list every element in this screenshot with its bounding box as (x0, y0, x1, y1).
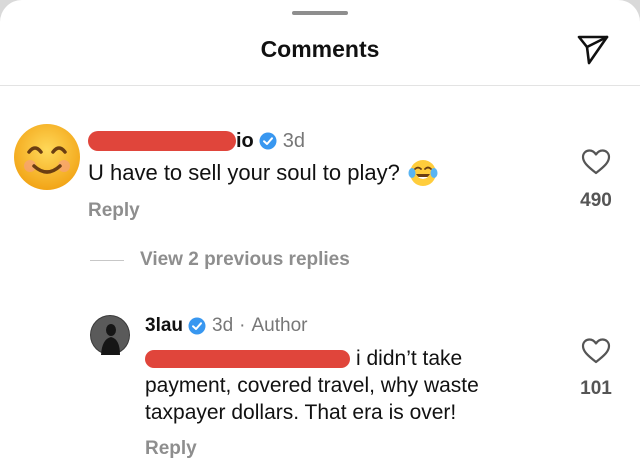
reply-username[interactable]: 3lau (145, 315, 183, 337)
redacted-mention (145, 349, 350, 368)
comment-body: U have to sell your soul to play? (88, 158, 438, 188)
heart-icon[interactable] (581, 337, 611, 365)
view-previous-replies-button[interactable]: View 2 previous replies (140, 249, 350, 271)
comment-username[interactable]: io (236, 130, 254, 153)
reply-like-count: 101 (580, 378, 612, 399)
comment-like-count: 490 (580, 190, 612, 211)
comment-reply-button[interactable]: Reply (88, 200, 140, 222)
face-with-tears-of-joy-icon (408, 160, 438, 186)
page-title: Comments (260, 36, 380, 62)
reply-header: 3lau 3d · Author (145, 315, 307, 337)
header-divider (0, 85, 640, 86)
verified-badge-icon (188, 317, 206, 335)
verified-badge-icon (259, 132, 277, 150)
reply-reply-button[interactable]: Reply (145, 438, 197, 460)
reply-text: payment, covered travel, why waste taxpa… (145, 374, 479, 424)
redacted-username (88, 131, 236, 151)
comment-text: U have to sell your soul to play? (88, 160, 400, 185)
share-icon[interactable] (576, 32, 610, 66)
drag-handle[interactable] (292, 11, 348, 15)
meta-separator: · (239, 315, 246, 336)
heart-icon[interactable] (581, 148, 611, 176)
comment-time: 3d (282, 129, 306, 152)
thread-line (90, 260, 124, 261)
avatar[interactable] (90, 315, 130, 355)
smiling-face-avatar[interactable] (12, 122, 82, 192)
reply-text-line1: i didn’t take (356, 347, 463, 370)
reply-body: i didn’t take payment, covered travel, w… (145, 345, 565, 426)
author-badge: Author (251, 315, 308, 336)
comment-header: io 3d (88, 128, 305, 154)
reply-time: 3d (212, 315, 234, 336)
comments-sheet: Comments io 3d U have to sell your soul … (0, 0, 640, 470)
